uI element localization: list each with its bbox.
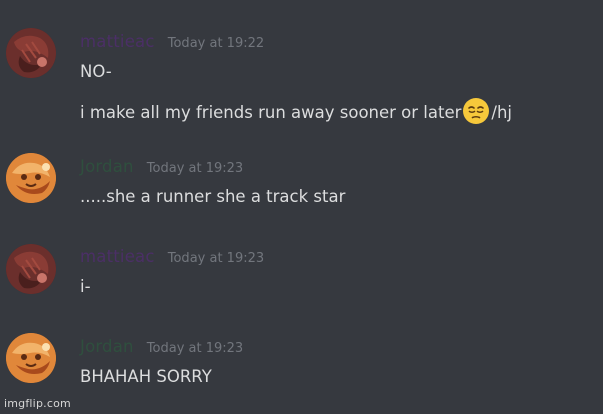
message-text: i- [80,277,91,296]
message-text: i make all my friends run away sooner or… [80,97,512,125]
imgflip-watermark: imgflip.com [4,397,71,410]
dark-red-avatar-icon[interactable] [6,244,56,294]
message-text: .....she a runner she a track star [80,187,346,206]
timestamp: Today at 19:23 [146,341,244,356]
username[interactable]: mattieac [80,247,155,267]
message-text-segment: /hj [491,103,513,122]
message-header: mattieac Today at 19:22 [80,32,264,54]
username[interactable]: mattieac [80,32,155,52]
message-header: mattieac Today at 19:23 [80,247,264,269]
timestamp: Today at 19:22 [167,36,265,51]
chat-messages: mattieac Today at 19:22 NO- i make all m… [0,0,603,414]
message-text: NO- [80,62,112,81]
dark-red-avatar-icon[interactable] [6,28,56,78]
orange-avatar-icon[interactable] [6,333,56,383]
message-header: Jordan Today at 19:23 [80,337,243,359]
username[interactable]: Jordan [80,157,134,177]
timestamp: Today at 19:23 [167,251,265,266]
message-text: BHAHAH SORRY [80,367,212,386]
pensive-face-emoji-icon [462,97,490,125]
username[interactable]: Jordan [80,337,134,357]
message-text-segment: i make all my friends run away sooner or… [80,103,462,122]
timestamp: Today at 19:23 [146,161,244,176]
message-header: Jordan Today at 19:23 [80,157,243,179]
orange-avatar-icon[interactable] [6,153,56,203]
